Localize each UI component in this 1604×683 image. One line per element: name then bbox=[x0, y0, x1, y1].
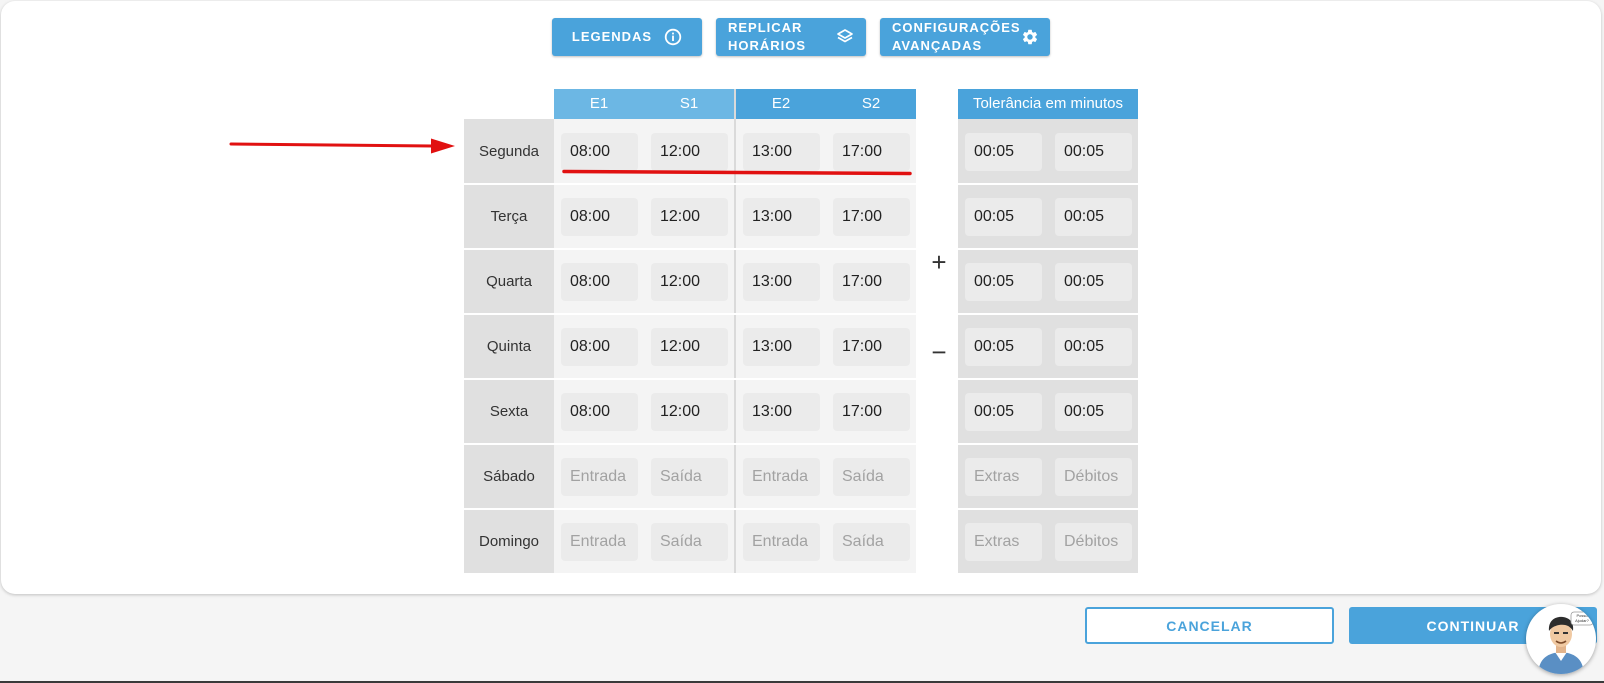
terca-s1-input[interactable]: 12:00 bbox=[651, 198, 728, 236]
quarta-e2-input[interactable]: 13:00 bbox=[743, 263, 820, 301]
assistant-figure-icon: Posso Ajudar? bbox=[1538, 611, 1594, 674]
day-segunda: Segunda bbox=[464, 119, 554, 183]
quarta-debitos-input[interactable]: 00:05 bbox=[1055, 263, 1132, 301]
row-separator bbox=[958, 508, 1138, 510]
quinta-e2-input[interactable]: 13:00 bbox=[743, 328, 820, 366]
terca-extras-input[interactable]: 00:05 bbox=[965, 198, 1042, 236]
quarta-s1-input[interactable]: 12:00 bbox=[651, 263, 728, 301]
gear-icon bbox=[1021, 28, 1039, 46]
row-separator bbox=[554, 248, 916, 250]
info-icon bbox=[664, 28, 682, 46]
sabado-debitos-input[interactable]: Débitos bbox=[1055, 458, 1132, 496]
domingo-s1-input[interactable]: Saída bbox=[651, 523, 728, 561]
continue-label: CONTINUAR bbox=[1426, 617, 1520, 634]
day-quarta: Quarta bbox=[464, 250, 554, 313]
cancel-label: CANCELAR bbox=[1166, 617, 1253, 634]
row-separator bbox=[958, 248, 1138, 250]
domingo-extras-input[interactable]: Extras bbox=[965, 523, 1042, 561]
domingo-e1-input[interactable]: Entrada bbox=[561, 523, 638, 561]
segunda-debitos-input[interactable]: 00:05 bbox=[1055, 133, 1132, 171]
sexta-s1-input[interactable]: 12:00 bbox=[651, 393, 728, 431]
day-terca: Terça bbox=[464, 185, 554, 248]
sabado-e1-input[interactable]: Entrada bbox=[561, 458, 638, 496]
row-separator bbox=[958, 313, 1138, 315]
period-divider bbox=[734, 89, 736, 573]
row-separator bbox=[958, 378, 1138, 380]
header-s1: S1 bbox=[679, 95, 699, 112]
domingo-e2-input[interactable]: Entrada bbox=[743, 523, 820, 561]
quarta-s2-input[interactable]: 17:00 bbox=[833, 263, 910, 301]
header-e1: E1 bbox=[589, 95, 609, 112]
row-separator bbox=[958, 443, 1138, 445]
day-domingo: Domingo bbox=[464, 510, 554, 573]
sabado-s1-input[interactable]: Saída bbox=[651, 458, 728, 496]
row-separator bbox=[554, 508, 916, 510]
configuracoes-avancadas-label: CONFIGURAÇÕES AVANÇADAS bbox=[892, 20, 1021, 53]
legendas-label: LEGENDAS bbox=[571, 29, 653, 44]
segunda-s1-input[interactable]: 12:00 bbox=[651, 133, 728, 171]
header-group-1: E1 S1 bbox=[554, 89, 734, 119]
replicar-horarios-button[interactable]: REPLICAR HORÁRIOS bbox=[716, 18, 866, 56]
row-separator bbox=[554, 183, 916, 185]
segunda-extras-input[interactable]: 00:05 bbox=[965, 133, 1042, 171]
quinta-e1-input[interactable]: 08:00 bbox=[561, 328, 638, 366]
terca-e2-input[interactable]: 13:00 bbox=[743, 198, 820, 236]
domingo-debitos-input[interactable]: Débitos bbox=[1055, 523, 1132, 561]
replicar-horarios-label: REPLICAR HORÁRIOS bbox=[728, 20, 807, 53]
sabado-extras-input[interactable]: Extras bbox=[965, 458, 1042, 496]
annotation-arrow bbox=[229, 138, 455, 154]
legendas-button[interactable]: LEGENDAS bbox=[552, 18, 702, 56]
row-separator bbox=[958, 183, 1138, 185]
layers-icon bbox=[836, 28, 854, 46]
sabado-s2-input[interactable]: Saída bbox=[833, 458, 910, 496]
sexta-s2-input[interactable]: 17:00 bbox=[833, 393, 910, 431]
day-sexta: Sexta bbox=[464, 380, 554, 443]
row-separator bbox=[554, 443, 916, 445]
remove-period-button[interactable]: − bbox=[928, 339, 950, 365]
quinta-s2-input[interactable]: 17:00 bbox=[833, 328, 910, 366]
add-period-button[interactable]: + bbox=[928, 249, 950, 275]
header-group-2: E2 S2 bbox=[736, 89, 916, 119]
terca-e1-input[interactable]: 08:00 bbox=[561, 198, 638, 236]
day-quinta: Quinta bbox=[464, 315, 554, 378]
header-tolerancia: Tolerância em minutos bbox=[958, 89, 1138, 119]
header-s2: S2 bbox=[861, 95, 881, 112]
terca-s2-input[interactable]: 17:00 bbox=[833, 198, 910, 236]
svg-text:Ajudar?: Ajudar? bbox=[1575, 618, 1590, 623]
day-sabado: Sábado bbox=[464, 445, 554, 508]
configuracoes-avancadas-button[interactable]: CONFIGURAÇÕES AVANÇADAS bbox=[880, 18, 1050, 56]
row-separator bbox=[554, 378, 916, 380]
sexta-e1-input[interactable]: 08:00 bbox=[561, 393, 638, 431]
sexta-debitos-input[interactable]: 00:05 bbox=[1055, 393, 1132, 431]
sexta-e2-input[interactable]: 13:00 bbox=[743, 393, 820, 431]
sabado-e2-input[interactable]: Entrada bbox=[743, 458, 820, 496]
cancel-button[interactable]: CANCELAR bbox=[1085, 607, 1334, 644]
annotation-underline bbox=[562, 169, 912, 176]
quinta-s1-input[interactable]: 12:00 bbox=[651, 328, 728, 366]
quarta-extras-input[interactable]: 00:05 bbox=[965, 263, 1042, 301]
domingo-s2-input[interactable]: Saída bbox=[833, 523, 910, 561]
header-e2: E2 bbox=[771, 95, 791, 112]
segunda-s2-input[interactable]: 17:00 bbox=[833, 133, 910, 171]
quinta-debitos-input[interactable]: 00:05 bbox=[1055, 328, 1132, 366]
terca-debitos-input[interactable]: 00:05 bbox=[1055, 198, 1132, 236]
segunda-e1-input[interactable]: 08:00 bbox=[561, 133, 638, 171]
sexta-extras-input[interactable]: 00:05 bbox=[965, 393, 1042, 431]
quinta-extras-input[interactable]: 00:05 bbox=[965, 328, 1042, 366]
segunda-e2-input[interactable]: 13:00 bbox=[743, 133, 820, 171]
assistant-avatar[interactable]: Posso Ajudar? bbox=[1526, 604, 1596, 674]
row-separator bbox=[554, 313, 916, 315]
quarta-e1-input[interactable]: 08:00 bbox=[561, 263, 638, 301]
